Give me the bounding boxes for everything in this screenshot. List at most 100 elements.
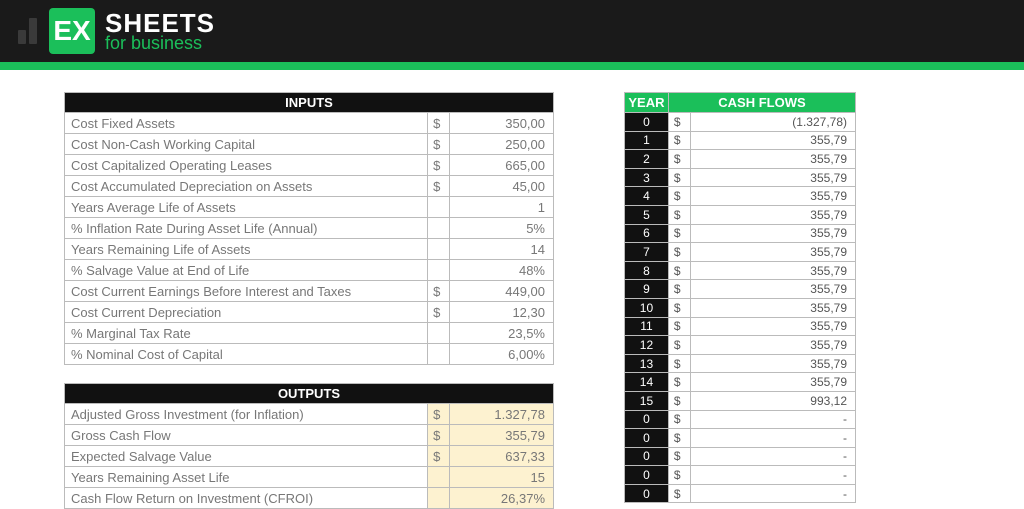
cf-year[interactable]: 2	[625, 150, 669, 169]
cf-currency[interactable]: $	[668, 224, 690, 243]
cf-amount[interactable]: 355,79	[690, 373, 855, 392]
cf-year[interactable]: 12	[625, 336, 669, 355]
input-currency[interactable]: $	[428, 176, 450, 197]
input-label[interactable]: Cost Current Depreciation	[65, 302, 428, 323]
input-label[interactable]: Cost Current Earnings Before Interest an…	[65, 281, 428, 302]
cf-currency[interactable]: $	[668, 187, 690, 206]
cf-year[interactable]: 13	[625, 354, 669, 373]
cf-amount[interactable]: -	[690, 466, 855, 485]
input-value[interactable]: 48%	[450, 260, 554, 281]
input-value[interactable]: 23,5%	[450, 323, 554, 344]
cf-year[interactable]: 4	[625, 187, 669, 206]
input-value[interactable]: 45,00	[450, 176, 554, 197]
input-value[interactable]: 449,00	[450, 281, 554, 302]
cf-amount[interactable]: 355,79	[690, 354, 855, 373]
input-value[interactable]: 665,00	[450, 155, 554, 176]
cf-currency[interactable]: $	[668, 131, 690, 150]
output-currency[interactable]: $	[428, 446, 450, 467]
cf-amount[interactable]: 355,79	[690, 298, 855, 317]
input-label[interactable]: Cost Fixed Assets	[65, 113, 428, 134]
cf-year[interactable]: 0	[625, 410, 669, 429]
output-currency[interactable]: $	[428, 404, 450, 425]
output-label[interactable]: Gross Cash Flow	[65, 425, 428, 446]
input-value[interactable]: 1	[450, 197, 554, 218]
input-value[interactable]: 14	[450, 239, 554, 260]
cf-year[interactable]: 7	[625, 243, 669, 262]
output-value[interactable]: 15	[450, 467, 554, 488]
cf-amount[interactable]: 355,79	[690, 150, 855, 169]
cf-amount[interactable]: 355,79	[690, 317, 855, 336]
input-label[interactable]: Years Remaining Life of Assets	[65, 239, 428, 260]
cf-amount[interactable]: -	[690, 429, 855, 448]
cf-currency[interactable]: $	[668, 243, 690, 262]
cf-currency[interactable]: $	[668, 168, 690, 187]
cf-year[interactable]: 9	[625, 280, 669, 299]
cf-currency[interactable]: $	[668, 447, 690, 466]
cf-currency[interactable]: $	[668, 261, 690, 280]
cf-year[interactable]: 0	[625, 113, 669, 132]
cf-amount[interactable]: 355,79	[690, 243, 855, 262]
cf-currency[interactable]: $	[668, 113, 690, 132]
output-value[interactable]: 1.327,78	[450, 404, 554, 425]
cf-amount[interactable]: 355,79	[690, 280, 855, 299]
cf-amount[interactable]: 355,79	[690, 261, 855, 280]
output-label[interactable]: Cash Flow Return on Investment (CFROI)	[65, 488, 428, 509]
output-currency[interactable]	[428, 488, 450, 509]
input-currency[interactable]: $	[428, 134, 450, 155]
output-value[interactable]: 26,37%	[450, 488, 554, 509]
input-label[interactable]: % Nominal Cost of Capital	[65, 344, 428, 365]
output-label[interactable]: Adjusted Gross Investment (for Inflation…	[65, 404, 428, 425]
cf-year[interactable]: 15	[625, 391, 669, 410]
cf-year[interactable]: 8	[625, 261, 669, 280]
cf-year[interactable]: 10	[625, 298, 669, 317]
cf-year[interactable]: 5	[625, 205, 669, 224]
input-value[interactable]: 6,00%	[450, 344, 554, 365]
input-currency[interactable]: $	[428, 113, 450, 134]
cf-year[interactable]: 0	[625, 429, 669, 448]
input-value[interactable]: 12,30	[450, 302, 554, 323]
input-currency[interactable]: $	[428, 302, 450, 323]
cf-currency[interactable]: $	[668, 373, 690, 392]
cf-currency[interactable]: $	[668, 298, 690, 317]
input-label[interactable]: % Marginal Tax Rate	[65, 323, 428, 344]
input-currency[interactable]: $	[428, 281, 450, 302]
cf-year[interactable]: 1	[625, 131, 669, 150]
cf-amount[interactable]: 993,12	[690, 391, 855, 410]
input-currency[interactable]: $	[428, 155, 450, 176]
input-value[interactable]: 5%	[450, 218, 554, 239]
input-label[interactable]: % Salvage Value at End of Life	[65, 260, 428, 281]
input-currency[interactable]	[428, 260, 450, 281]
output-label[interactable]: Years Remaining Asset Life	[65, 467, 428, 488]
output-value[interactable]: 355,79	[450, 425, 554, 446]
cf-amount[interactable]: 355,79	[690, 336, 855, 355]
input-label[interactable]: Cost Accumulated Depreciation on Assets	[65, 176, 428, 197]
cf-currency[interactable]: $	[668, 484, 690, 503]
cf-year[interactable]: 6	[625, 224, 669, 243]
cf-amount[interactable]: 355,79	[690, 168, 855, 187]
input-label[interactable]: Cost Non-Cash Working Capital	[65, 134, 428, 155]
input-label[interactable]: Years Average Life of Assets	[65, 197, 428, 218]
input-value[interactable]: 350,00	[450, 113, 554, 134]
cf-currency[interactable]: $	[668, 391, 690, 410]
cf-amount[interactable]: -	[690, 484, 855, 503]
cf-currency[interactable]: $	[668, 354, 690, 373]
output-label[interactable]: Expected Salvage Value	[65, 446, 428, 467]
cf-currency[interactable]: $	[668, 429, 690, 448]
input-label[interactable]: % Inflation Rate During Asset Life (Annu…	[65, 218, 428, 239]
cf-amount[interactable]: (1.327,78)	[690, 113, 855, 132]
cf-year[interactable]: 0	[625, 466, 669, 485]
cf-year[interactable]: 11	[625, 317, 669, 336]
input-currency[interactable]	[428, 344, 450, 365]
input-currency[interactable]	[428, 323, 450, 344]
input-currency[interactable]	[428, 197, 450, 218]
cf-amount[interactable]: 355,79	[690, 224, 855, 243]
input-label[interactable]: Cost Capitalized Operating Leases	[65, 155, 428, 176]
output-currency[interactable]	[428, 467, 450, 488]
cf-amount[interactable]: 355,79	[690, 131, 855, 150]
input-currency[interactable]	[428, 218, 450, 239]
cf-amount[interactable]: -	[690, 410, 855, 429]
cf-year[interactable]: 0	[625, 447, 669, 466]
cf-currency[interactable]: $	[668, 317, 690, 336]
cf-currency[interactable]: $	[668, 336, 690, 355]
output-currency[interactable]: $	[428, 425, 450, 446]
